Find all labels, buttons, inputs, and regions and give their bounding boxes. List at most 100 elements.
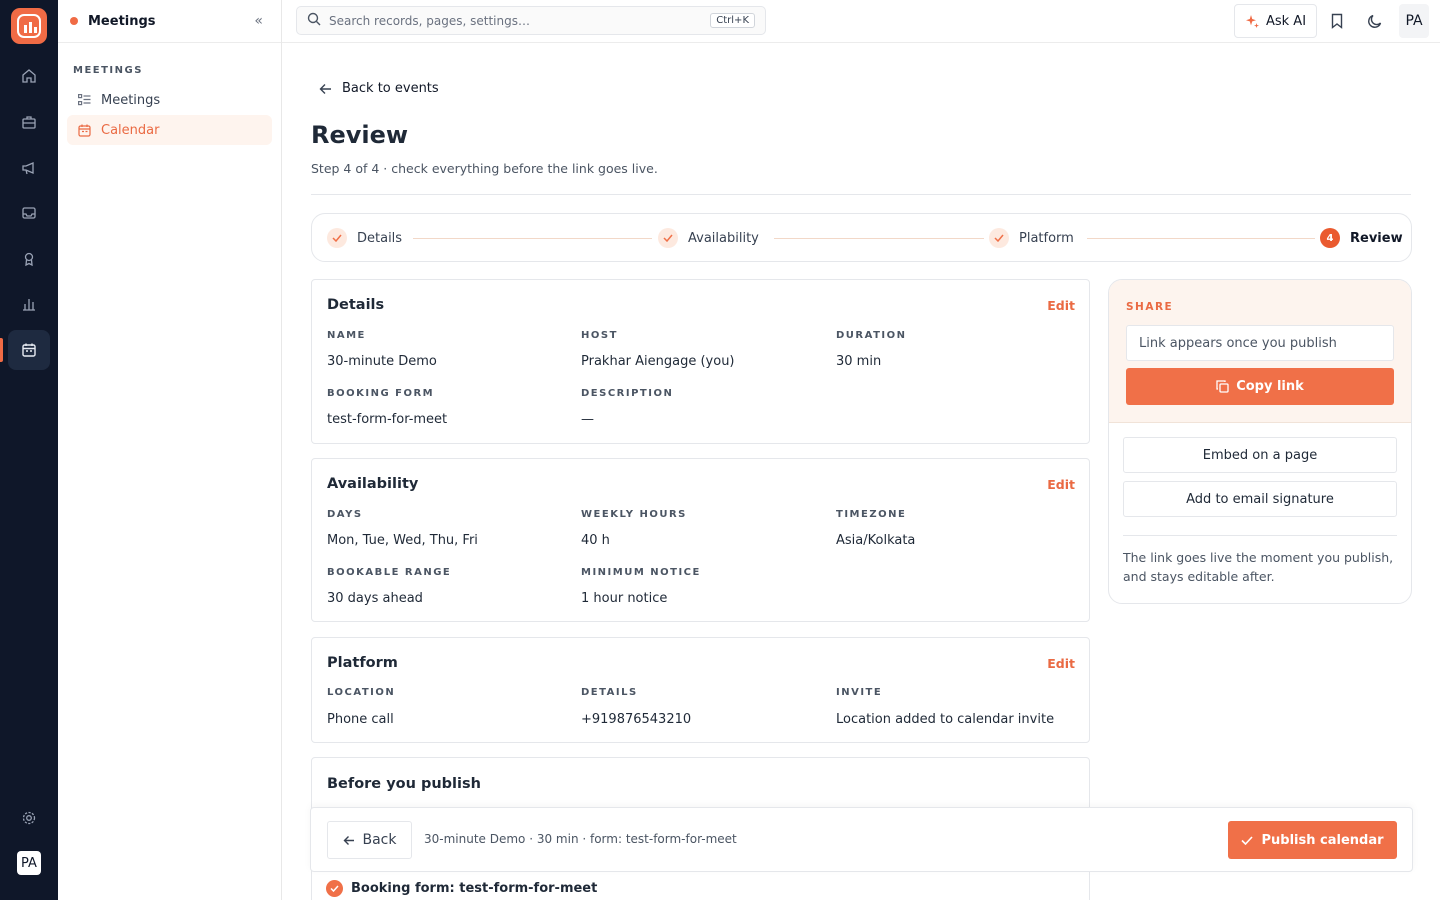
- check-icon: [658, 228, 678, 248]
- chart-icon[interactable]: [8, 284, 50, 324]
- field-label: MINIMUM NOTICE: [581, 567, 701, 578]
- check-icon: [1241, 835, 1254, 845]
- sidebar-section-label: MEETINGS: [73, 65, 143, 76]
- step-details[interactable]: Details: [327, 228, 402, 248]
- sidebar-title: Meetings: [88, 13, 156, 29]
- bottom-action-bar: Back 30-minute Demo · 30 min · form: tes…: [310, 807, 1413, 872]
- check-icon: [327, 228, 347, 248]
- step-review[interactable]: 4 Review: [1320, 228, 1403, 248]
- sidebar-item-label: Meetings: [101, 92, 161, 108]
- top-bar: Search records, pages, settings… Ctrl+K …: [282, 0, 1440, 43]
- copy-link-label: Copy link: [1236, 379, 1304, 394]
- embed-on-page-button[interactable]: Embed on a page: [1123, 437, 1397, 473]
- step-label: Availability: [688, 230, 759, 246]
- field-value: 30-minute Demo: [327, 354, 437, 369]
- checklist-item: Booking form: test-form-for-meet: [326, 880, 597, 897]
- secondary-sidebar: Meetings « MEETINGS Meetings Calendar: [58, 0, 282, 900]
- field-label: BOOKABLE RANGE: [327, 567, 452, 578]
- field-label: BOOKING FORM: [327, 388, 435, 399]
- ask-ai-label: Ask AI: [1265, 13, 1307, 29]
- field-value: Location added to calendar invite: [836, 712, 1055, 727]
- field-value: 1 hour notice: [581, 591, 668, 606]
- megaphone-icon[interactable]: [8, 148, 50, 188]
- list-icon: [77, 93, 91, 107]
- step-availability[interactable]: Availability: [658, 228, 759, 248]
- card-title: Details: [327, 297, 385, 313]
- field-label: DAYS: [327, 509, 363, 520]
- copy-link-button[interactable]: Copy link: [1126, 368, 1394, 405]
- check-icon: [326, 880, 343, 897]
- step-connector: [1087, 238, 1315, 239]
- share-note: The link goes live the moment you publis…: [1123, 550, 1394, 584]
- status-dot: [70, 17, 78, 25]
- field-label: HOST: [581, 330, 618, 341]
- field-label: TIMEZONE: [836, 509, 907, 520]
- search-placeholder: Search records, pages, settings…: [329, 13, 530, 28]
- field-value: Prakhar Aiengage (you): [581, 354, 735, 369]
- field-value: 30 days ahead: [327, 591, 423, 606]
- step-connector: [774, 238, 984, 239]
- field-label: LOCATION: [327, 687, 396, 698]
- user-avatar[interactable]: PA: [17, 851, 41, 875]
- platform-card: Platform Edit LOCATION Phone call DETAIL…: [311, 637, 1090, 743]
- edit-availability-button[interactable]: Edit: [1047, 477, 1075, 492]
- calendar-icon: [77, 123, 91, 137]
- moon-icon[interactable]: [1366, 12, 1384, 30]
- arrow-left-icon: [319, 83, 331, 94]
- global-search-input[interactable]: Search records, pages, settings… Ctrl+K: [296, 6, 766, 35]
- field-value: Asia/Kolkata: [836, 533, 916, 548]
- back-button[interactable]: Back: [327, 821, 412, 859]
- step-number: 4: [1320, 228, 1340, 248]
- arrow-left-icon: [343, 835, 354, 845]
- step-platform[interactable]: Platform: [989, 228, 1074, 248]
- edit-platform-button[interactable]: Edit: [1047, 656, 1075, 671]
- field-value: 40 h: [581, 533, 610, 548]
- main-content: Back to events Review Step 4 of 4 · chec…: [282, 43, 1440, 900]
- share-panel: SHARE Link appears once you publish Copy…: [1108, 279, 1412, 604]
- share-label: SHARE: [1126, 301, 1174, 313]
- settings-icon[interactable]: [8, 798, 50, 838]
- search-shortcut-badge: Ctrl+K: [710, 13, 755, 28]
- search-icon: [307, 12, 321, 30]
- bookmark-icon[interactable]: [1328, 12, 1346, 30]
- field-label: NAME: [327, 330, 366, 341]
- field-value: test-form-for-meet: [327, 412, 448, 427]
- field-label: INVITE: [836, 687, 883, 698]
- calendar-icon[interactable]: [0, 330, 50, 370]
- sidebar-item-label: Calendar: [101, 122, 160, 138]
- app-rail: PA: [0, 0, 58, 900]
- field-value: Phone call: [327, 712, 394, 727]
- share-link-field[interactable]: Link appears once you publish: [1126, 325, 1394, 361]
- card-title: Before you publish: [327, 776, 481, 792]
- back-to-events-link[interactable]: Back to events: [319, 81, 439, 96]
- inbox-icon[interactable]: [8, 193, 50, 233]
- edit-details-button[interactable]: Edit: [1047, 298, 1075, 313]
- step-label: Details: [357, 230, 403, 246]
- page-subtitle: Step 4 of 4 · check everything before th…: [311, 161, 658, 176]
- field-value: —: [581, 412, 594, 427]
- award-icon[interactable]: [8, 239, 50, 279]
- event-summary: 30-minute Demo · 30 min · form: test-for…: [424, 832, 737, 846]
- field-value: 30 min: [836, 354, 882, 369]
- home-icon[interactable]: [8, 56, 50, 96]
- field-value: +919876543210: [581, 712, 692, 727]
- step-connector: [413, 238, 652, 239]
- card-title: Platform: [327, 655, 398, 671]
- sidebar-item-calendar[interactable]: Calendar: [67, 115, 272, 145]
- card-title: Availability: [327, 476, 419, 492]
- field-label: WEEKLY HOURS: [581, 509, 687, 520]
- copy-icon: [1216, 380, 1229, 393]
- field-value: Mon, Tue, Wed, Thu, Fri: [327, 533, 478, 548]
- briefcase-icon[interactable]: [8, 102, 50, 142]
- app-logo[interactable]: [11, 8, 47, 44]
- back-button-label: Back: [362, 832, 397, 848]
- collapse-sidebar-icon[interactable]: «: [254, 13, 263, 29]
- ask-ai-button[interactable]: Ask AI: [1234, 4, 1317, 38]
- add-to-email-signature-button[interactable]: Add to email signature: [1123, 481, 1397, 517]
- checklist-item-label: Booking form: test-form-for-meet: [351, 881, 598, 896]
- user-avatar[interactable]: PA: [1399, 4, 1429, 38]
- publish-calendar-button[interactable]: Publish calendar: [1228, 821, 1397, 859]
- availability-card: Availability Edit DAYS Mon, Tue, Wed, Th…: [311, 458, 1090, 622]
- field-label: DETAILS: [581, 687, 638, 698]
- sidebar-item-meetings[interactable]: Meetings: [67, 85, 272, 115]
